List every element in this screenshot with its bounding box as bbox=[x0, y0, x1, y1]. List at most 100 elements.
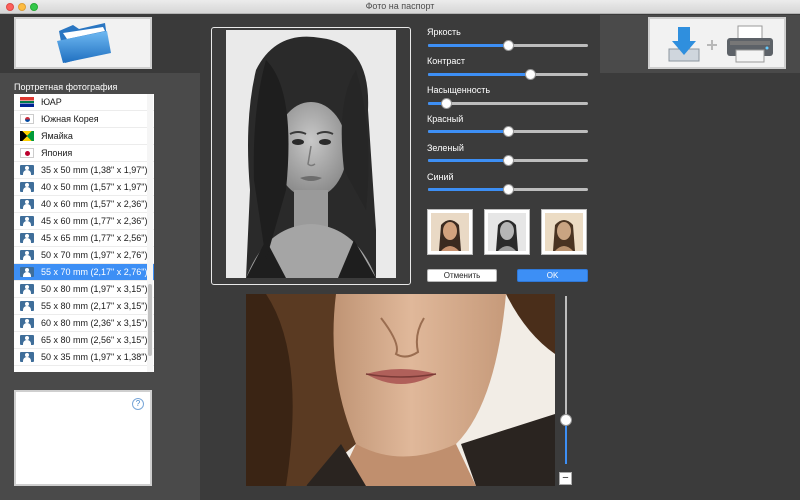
person-icon bbox=[20, 267, 34, 277]
list-item[interactable]: 35 x 50 mm (1,38" x 1,97") bbox=[14, 162, 154, 179]
preset-sepia[interactable] bbox=[541, 209, 587, 255]
adjustment-label: Яркость bbox=[427, 27, 461, 37]
preset-sepia-thumbnail bbox=[545, 213, 583, 251]
adjustment-slider[interactable] bbox=[428, 126, 588, 137]
person-icon bbox=[20, 335, 34, 345]
zoom-slider-fill bbox=[565, 420, 567, 464]
list-item[interactable]: Япония bbox=[14, 145, 154, 162]
list-item[interactable]: 65 x 80 mm (2,56" x 3,15") bbox=[14, 332, 154, 349]
list-item[interactable]: ЮАР bbox=[14, 94, 154, 111]
person-icon bbox=[20, 284, 34, 294]
flag-jm-icon bbox=[20, 131, 34, 141]
adjustment-label: Зеленый bbox=[427, 143, 464, 153]
size-list[interactable]: ЮАР Южная Корея Ямайка Япония 35 x 50 mm (1,… bbox=[14, 94, 154, 372]
adjustment-label: Красный bbox=[427, 114, 464, 124]
list-item[interactable]: 40 x 50 mm (1,57" x 1,97") bbox=[14, 179, 154, 196]
adjustment-label: Синий bbox=[427, 172, 454, 182]
list-item-label: Япония bbox=[41, 148, 73, 158]
list-item-label: 65 x 80 mm (2,56" x 3,15") bbox=[41, 335, 148, 345]
adjustment-slider-knob[interactable] bbox=[503, 184, 514, 195]
zoom-out-button[interactable]: − bbox=[559, 472, 572, 485]
adjustment-slider[interactable] bbox=[428, 155, 588, 166]
list-header: Портретная фотография bbox=[14, 82, 118, 92]
download-icon bbox=[668, 27, 700, 62]
save-print-button[interactable] bbox=[648, 17, 786, 69]
ok-button[interactable]: OK bbox=[517, 269, 588, 282]
list-item[interactable]: 45 x 60 mm (1,77" x 2,36") bbox=[14, 213, 154, 230]
portrait-image bbox=[226, 30, 396, 278]
list-item-label: 60 x 80 mm (2,36" x 3,15") bbox=[41, 318, 148, 328]
list-item[interactable]: 50 x 35 mm (1,97" x 1,38") bbox=[14, 349, 154, 366]
list-item-label: 45 x 65 mm (1,77" x 2,56") bbox=[41, 233, 148, 243]
list-item[interactable]: 55 x 70 mm (2,17" x 2,76") bbox=[14, 264, 154, 281]
flag-za-icon bbox=[20, 97, 34, 107]
list-item[interactable]: 45 x 65 mm (1,77" x 2,56") bbox=[14, 230, 154, 247]
cancel-button[interactable]: Отменить bbox=[427, 269, 497, 282]
preset-color-thumbnail bbox=[431, 213, 469, 251]
list-item-label: Ямайка bbox=[41, 131, 73, 141]
list-scrollbar[interactable] bbox=[147, 94, 153, 372]
list-item-label: 50 x 70 mm (1,97" x 2,76") bbox=[41, 250, 148, 260]
adjustment-slider-knob[interactable] bbox=[525, 69, 537, 80]
list-item-label: 50 x 35 mm (1,97" x 1,38") bbox=[41, 352, 148, 362]
adjustment-slider-fill bbox=[428, 159, 508, 162]
zoom-slider-knob[interactable] bbox=[560, 414, 572, 427]
adjustment-slider-knob[interactable] bbox=[440, 98, 452, 109]
folder-icon bbox=[57, 23, 111, 63]
adjustment-slider-fill bbox=[428, 73, 531, 76]
person-icon bbox=[20, 233, 34, 243]
list-scroll-thumb[interactable] bbox=[148, 284, 152, 356]
adjustment-slider-fill bbox=[428, 130, 508, 133]
person-icon bbox=[20, 165, 34, 175]
person-icon bbox=[20, 301, 34, 311]
adjustment-slider[interactable] bbox=[428, 98, 588, 109]
person-icon bbox=[20, 182, 34, 192]
help-icon[interactable]: ? bbox=[132, 398, 144, 410]
adjustment-slider-fill bbox=[428, 188, 508, 191]
title-bar: Фото на паспорт bbox=[0, 0, 800, 14]
adjustment-label: Насыщенность bbox=[427, 85, 491, 95]
preset-bw[interactable] bbox=[484, 209, 530, 255]
person-icon bbox=[20, 250, 34, 260]
list-item-label: 45 x 60 mm (1,77" x 2,36") bbox=[41, 216, 148, 226]
portrait-photo[interactable] bbox=[226, 30, 396, 278]
adjustment-slider-knob[interactable] bbox=[503, 40, 514, 51]
person-icon bbox=[20, 318, 34, 328]
flag-kr-icon bbox=[20, 114, 34, 124]
list-item-label: 55 x 80 mm (2,17" x 3,15") bbox=[41, 301, 148, 311]
person-icon bbox=[20, 352, 34, 362]
list-item-label: 40 x 50 mm (1,57" x 1,97") bbox=[41, 182, 148, 192]
preset-color[interactable] bbox=[427, 209, 473, 255]
adjustment-slider[interactable] bbox=[428, 69, 588, 80]
adjustment-slider-knob[interactable] bbox=[503, 126, 514, 137]
list-item-label: 35 x 50 mm (1,38" x 1,97") bbox=[41, 165, 148, 175]
list-item[interactable]: 40 x 60 mm (1,57" x 2,36") bbox=[14, 196, 154, 213]
open-photo-button[interactable] bbox=[14, 17, 152, 69]
person-icon bbox=[20, 199, 34, 209]
person-icon bbox=[20, 216, 34, 226]
preset-bw-thumbnail bbox=[488, 213, 526, 251]
zoom-preview-image bbox=[246, 294, 555, 486]
adjustment-slider-knob[interactable] bbox=[503, 155, 514, 166]
plus-icon bbox=[707, 40, 717, 50]
list-item[interactable]: 55 x 80 mm (2,17" x 3,15") bbox=[14, 298, 154, 315]
adjustment-slider[interactable] bbox=[428, 184, 588, 195]
adjustment-slider[interactable] bbox=[428, 40, 588, 51]
info-box: ? bbox=[14, 390, 152, 486]
list-item-label: ЮАР bbox=[41, 97, 62, 107]
list-item-label: 50 x 80 mm (1,97" x 3,15") bbox=[41, 284, 148, 294]
list-item-label: Южная Корея bbox=[41, 114, 99, 124]
window-title: Фото на паспорт bbox=[365, 1, 435, 11]
list-item[interactable]: Ямайка bbox=[14, 128, 154, 145]
list-item-label: 55 x 70 mm (2,17" x 2,76") bbox=[41, 267, 148, 277]
list-item[interactable]: 50 x 80 mm (1,97" x 3,15") bbox=[14, 281, 154, 298]
list-item[interactable]: 50 x 70 mm (1,97" x 2,76") bbox=[14, 247, 154, 264]
zoom-preview[interactable] bbox=[246, 294, 555, 486]
adjustment-label: Контраст bbox=[427, 56, 465, 66]
zoom-slider[interactable] bbox=[560, 296, 572, 464]
list-item-label: 40 x 60 mm (1,57" x 2,36") bbox=[41, 199, 148, 209]
printer-icon bbox=[727, 25, 773, 63]
list-item[interactable]: Южная Корея bbox=[14, 111, 154, 128]
flag-jp-icon bbox=[20, 148, 34, 158]
list-item[interactable]: 60 x 80 mm (2,36" x 3,15") bbox=[14, 315, 154, 332]
